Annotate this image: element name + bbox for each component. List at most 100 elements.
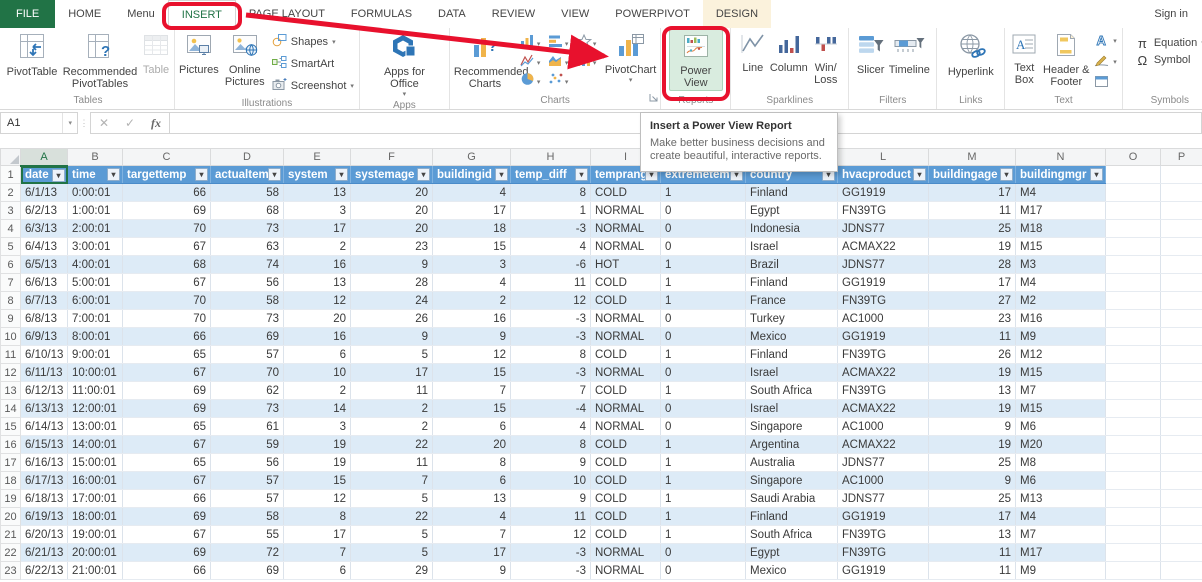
- cell-B16[interactable]: 14:00:01: [67, 435, 123, 454]
- cell-H15[interactable]: 4: [510, 417, 591, 436]
- cell-A5[interactable]: 6/4/13: [20, 237, 68, 256]
- cell-B8[interactable]: 6:00:01: [67, 291, 123, 310]
- cell-C8[interactable]: 70: [122, 291, 211, 310]
- cell-M15[interactable]: 9: [928, 417, 1016, 436]
- cell-H21[interactable]: 12: [510, 525, 591, 544]
- cell-J21[interactable]: 1: [660, 525, 746, 544]
- insert-function-icon[interactable]: fx: [143, 116, 169, 131]
- cell-I14[interactable]: NORMAL: [590, 399, 661, 418]
- confirm-entry-icon[interactable]: ✓: [117, 116, 143, 130]
- cell-B19[interactable]: 17:00:01: [67, 489, 123, 508]
- cell-H5[interactable]: 4: [510, 237, 591, 256]
- cell-B12[interactable]: 10:00:01: [67, 363, 123, 382]
- cell-G9[interactable]: 16: [432, 309, 511, 328]
- row-header-13[interactable]: 13: [0, 381, 21, 400]
- cell-D18[interactable]: 57: [210, 471, 284, 490]
- cell-L22[interactable]: FN39TG: [837, 543, 929, 562]
- cell-L20[interactable]: GG1919: [837, 507, 929, 526]
- cell-C2[interactable]: 66: [122, 183, 211, 202]
- cell-C11[interactable]: 65: [122, 345, 211, 364]
- cell-N14[interactable]: M15: [1015, 399, 1106, 418]
- cell-J5[interactable]: 0: [660, 237, 746, 256]
- shapes-button[interactable]: Shapes ▾: [270, 31, 356, 53]
- cell-P1[interactable]: [1160, 165, 1202, 184]
- table-header-cell-D1[interactable]: actualtemp ▾: [210, 165, 284, 184]
- screenshot-button[interactable]: Screenshot ▾: [270, 75, 356, 97]
- row-header-14[interactable]: 14: [0, 399, 21, 418]
- cell-L8[interactable]: FN39TG: [837, 291, 929, 310]
- cell-M16[interactable]: 19: [928, 435, 1016, 454]
- cell-M22[interactable]: 11: [928, 543, 1016, 562]
- smartart-button[interactable]: SmartArt: [270, 53, 356, 75]
- cell-F15[interactable]: 2: [350, 417, 433, 436]
- cell-A17[interactable]: 6/16/13: [20, 453, 68, 472]
- cell-B17[interactable]: 15:00:01: [67, 453, 123, 472]
- cell-K18[interactable]: Singapore: [745, 471, 838, 490]
- cell-E21[interactable]: 17: [283, 525, 351, 544]
- cell-I2[interactable]: COLD: [590, 183, 661, 202]
- cell-F4[interactable]: 20: [350, 219, 433, 238]
- cell-K15[interactable]: Singapore: [745, 417, 838, 436]
- cell-B11[interactable]: 9:00:01: [67, 345, 123, 364]
- row-header-9[interactable]: 9: [0, 309, 21, 328]
- cell-J12[interactable]: 0: [660, 363, 746, 382]
- cell-O22[interactable]: [1105, 543, 1161, 562]
- cell-G18[interactable]: 6: [432, 471, 511, 490]
- cell-D15[interactable]: 61: [210, 417, 284, 436]
- cell-D6[interactable]: 74: [210, 255, 284, 274]
- column-header-L[interactable]: L: [837, 148, 929, 166]
- cell-I17[interactable]: COLD: [590, 453, 661, 472]
- pie-chart-button[interactable]: ▾: [520, 71, 545, 86]
- cell-I9[interactable]: NORMAL: [590, 309, 661, 328]
- cell-K9[interactable]: Turkey: [745, 309, 838, 328]
- cell-N18[interactable]: M6: [1015, 471, 1106, 490]
- cell-L17[interactable]: JDNS77: [837, 453, 929, 472]
- cell-L16[interactable]: ACMAX22: [837, 435, 929, 454]
- cell-K13[interactable]: South Africa: [745, 381, 838, 400]
- combo-chart-button[interactable]: ▾: [576, 52, 601, 67]
- cell-E9[interactable]: 20: [283, 309, 351, 328]
- pivotchart-button[interactable]: PivotChart ▾: [604, 29, 657, 85]
- cell-D23[interactable]: 69: [210, 561, 284, 580]
- cell-M13[interactable]: 13: [928, 381, 1016, 400]
- cell-H13[interactable]: 7: [510, 381, 591, 400]
- cell-G10[interactable]: 9: [432, 327, 511, 346]
- cell-L18[interactable]: AC1000: [837, 471, 929, 490]
- cell-B3[interactable]: 1:00:01: [67, 201, 123, 220]
- cell-O5[interactable]: [1105, 237, 1161, 256]
- filter-dropdown-icon[interactable]: ▾: [268, 168, 281, 181]
- cell-G17[interactable]: 8: [432, 453, 511, 472]
- cell-B21[interactable]: 19:00:01: [67, 525, 123, 544]
- column-header-P[interactable]: P: [1160, 148, 1202, 166]
- signature-line-button[interactable]: ▾: [1092, 52, 1119, 73]
- cell-O2[interactable]: [1105, 183, 1161, 202]
- cell-P7[interactable]: [1160, 273, 1202, 292]
- row-header-1[interactable]: 1: [0, 165, 21, 184]
- cell-E6[interactable]: 16: [283, 255, 351, 274]
- cell-B7[interactable]: 5:00:01: [67, 273, 123, 292]
- cell-C23[interactable]: 66: [122, 561, 211, 580]
- cell-K16[interactable]: Argentina: [745, 435, 838, 454]
- radar-chart-button[interactable]: ▾: [575, 33, 601, 48]
- table-header-cell-F1[interactable]: systemage ▾: [350, 165, 433, 184]
- cell-J15[interactable]: 0: [660, 417, 746, 436]
- cell-C18[interactable]: 67: [122, 471, 211, 490]
- cell-I6[interactable]: HOT: [590, 255, 661, 274]
- cell-J4[interactable]: 0: [660, 219, 746, 238]
- cell-L15[interactable]: AC1000: [837, 417, 929, 436]
- table-header-cell-N1[interactable]: buildingmgr ▾: [1015, 165, 1106, 184]
- row-header-18[interactable]: 18: [0, 471, 21, 490]
- cell-N6[interactable]: M3: [1015, 255, 1106, 274]
- cell-L9[interactable]: AC1000: [837, 309, 929, 328]
- power-view-button[interactable]: Power View: [668, 29, 723, 91]
- cell-G15[interactable]: 6: [432, 417, 511, 436]
- cell-H10[interactable]: -3: [510, 327, 591, 346]
- cell-F10[interactable]: 9: [350, 327, 433, 346]
- cell-K14[interactable]: Israel: [745, 399, 838, 418]
- cell-K17[interactable]: Australia: [745, 453, 838, 472]
- area-chart-button[interactable]: ▾: [548, 52, 573, 67]
- header-footer-button[interactable]: Header & Footer: [1041, 29, 1091, 89]
- cell-B6[interactable]: 4:00:01: [67, 255, 123, 274]
- cell-N8[interactable]: M2: [1015, 291, 1106, 310]
- cell-B4[interactable]: 2:00:01: [67, 219, 123, 238]
